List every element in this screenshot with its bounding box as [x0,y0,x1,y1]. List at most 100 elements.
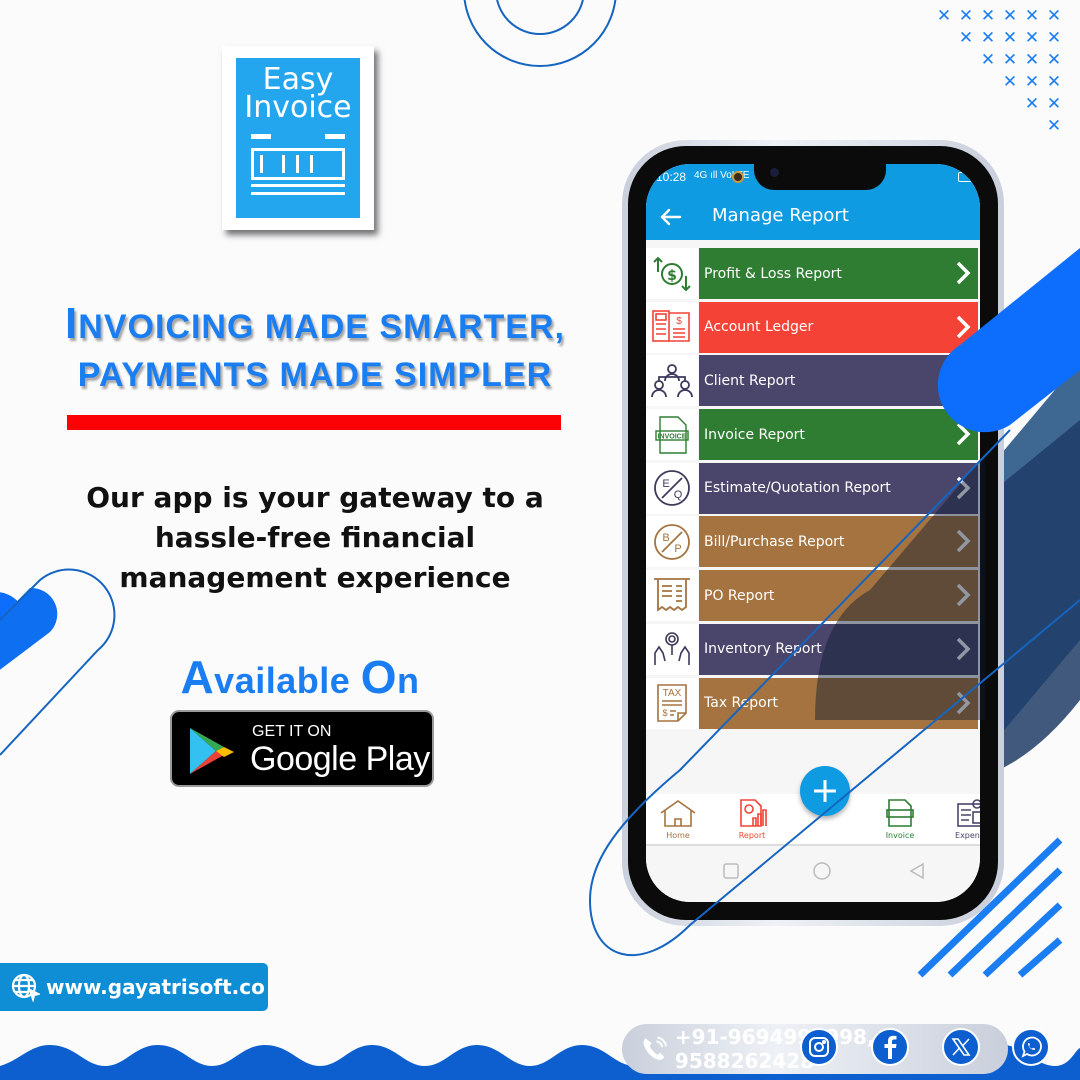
system-nav-bar [646,846,980,902]
x-mark: ✕ [1003,50,1017,70]
report-row-bar: Bill/Purchase Report [699,516,978,568]
whatsapp-button[interactable] [1012,1028,1050,1066]
phone-icon [643,1036,667,1060]
x-mark: ✕ [981,6,995,26]
report-row[interactable]: Client Report [646,355,980,407]
report-icon [740,799,767,827]
svg-text:$: $ [676,316,682,327]
nav-expense[interactable]: Expense [942,798,980,840]
status-notification-icon [732,171,744,183]
x-button[interactable] [942,1028,980,1066]
inventory-icon [646,623,698,675]
add-button[interactable] [800,766,850,816]
report-row[interactable]: B P Bill/Purchase Report [646,516,980,568]
x-mark: ✕ [1003,6,1017,26]
report-row[interactable]: E Q Estimate/Quotation Report [646,462,980,514]
whatsapp-icon [1021,1036,1042,1058]
nav-home[interactable]: Home [648,798,708,840]
svg-text:TAX: TAX [663,688,682,699]
report-label: Client Report [704,372,796,389]
svg-text:$: $ [662,708,667,718]
website-link[interactable]: www.gayatrisoft.co [0,963,268,1011]
report-label: PO Report [704,587,775,604]
invoice-icon: INVOICE [646,409,698,461]
report-row[interactable]: TAX $ Tax Report [646,677,980,729]
home-circle-icon[interactable] [812,862,832,882]
report-label: Inventory Report [704,641,822,658]
x-mark: ✕ [981,28,995,48]
facebook-button[interactable] [871,1028,909,1066]
report-row-bar: PO Report [699,570,978,622]
report-row-bar: Client Report [699,355,978,407]
deco-circle-outer [463,0,617,67]
x-pattern-decoration: ✕✕✕✕✕✕✕✕✕✕✕✕✕✕✕✕✕✕✕✕✕ [937,6,1061,136]
google-play-button[interactable]: GET IT ON Google Play [170,710,434,787]
nav-report[interactable]: Report [722,798,782,840]
app-screen: 10:28 4G ıll VoLTE Manage Report $ Profit… [646,164,980,902]
battery-icon [958,172,972,182]
app-bar: Manage Report [646,194,980,240]
chevron-right-icon [956,691,971,714]
report-label: Account Ledger [704,319,814,336]
nav-invoice[interactable]: Invoice [870,798,930,840]
deco-left-pill-filled [0,587,58,670]
subtitle: Our app is your gateway to a hassle-free… [86,481,544,594]
camera-icon [770,168,779,177]
headline: Invoicing made smarter, payments made si… [30,300,600,399]
report-label: Tax Report [704,695,778,711]
chevron-right-icon [956,637,971,661]
chevron-right-icon [956,315,971,338]
report-row[interactable]: $ Account Ledger [646,301,980,353]
x-mark: ✕ [1025,6,1039,26]
tax-icon: TAX $ [646,677,698,729]
x-mark: ✕ [1047,28,1061,48]
x-mark: ✕ [937,6,951,26]
website-text: www.gayatrisoft.co [46,975,265,999]
page-title: Manage Report [712,205,849,226]
back-triangle-icon[interactable] [908,862,926,880]
profit-loss-icon: $ [646,248,698,299]
headline-line-2: payments made simpler [77,356,553,394]
chevron-right-icon [956,583,971,607]
headline-underline [67,415,561,430]
facebook-icon [884,1035,897,1059]
x-mark: ✕ [1047,6,1061,26]
invoice-icon [886,799,914,827]
x-mark: ✕ [1025,72,1039,92]
report-label: Estimate/Quotation Report [704,480,891,497]
report-row[interactable]: $ Profit & Loss Report [646,248,980,299]
report-label: Profit & Loss Report [704,265,842,282]
svg-text:P: P [674,543,681,555]
x-mark: ✕ [959,6,973,26]
recents-icon[interactable] [722,862,740,880]
x-mark: ✕ [1047,50,1061,70]
report-label: Invoice Report [704,426,805,443]
chevron-right-icon [956,476,971,499]
report-label: Bill/Purchase Report [704,533,845,550]
instagram-icon [809,1037,829,1057]
report-row[interactable]: Inventory Report [646,623,980,675]
x-mark: ✕ [1003,28,1017,48]
x-mark: ✕ [1025,94,1039,114]
svg-text:INVOICE: INVOICE [658,433,687,440]
status-time: 10:28 [656,170,687,184]
headline-line-1: Invoicing made smarter, [65,299,565,348]
report-row[interactable]: PO Report [646,570,980,622]
svg-text:E: E [662,478,669,490]
report-row-bar: Estimate/Quotation Report [699,462,978,514]
clients-icon [646,355,698,407]
report-row-bar: Invoice Report [699,409,978,461]
x-icon [951,1038,971,1056]
ledger-icon: $ [646,301,698,353]
home-icon [660,800,696,827]
report-row-bar: Inventory Report [699,623,978,675]
estimate-icon: EQ [646,462,698,514]
report-row[interactable]: INVOICE Invoice Report [646,409,980,461]
arrow-left-icon[interactable] [658,204,684,230]
expense-icon [957,799,980,827]
instagram-button[interactable] [800,1028,838,1066]
chevron-right-icon [956,261,971,285]
logo-text-invoice: Invoice [244,90,352,125]
report-row-bar: Profit & Loss Report [699,248,978,299]
chevron-right-icon [956,422,971,446]
